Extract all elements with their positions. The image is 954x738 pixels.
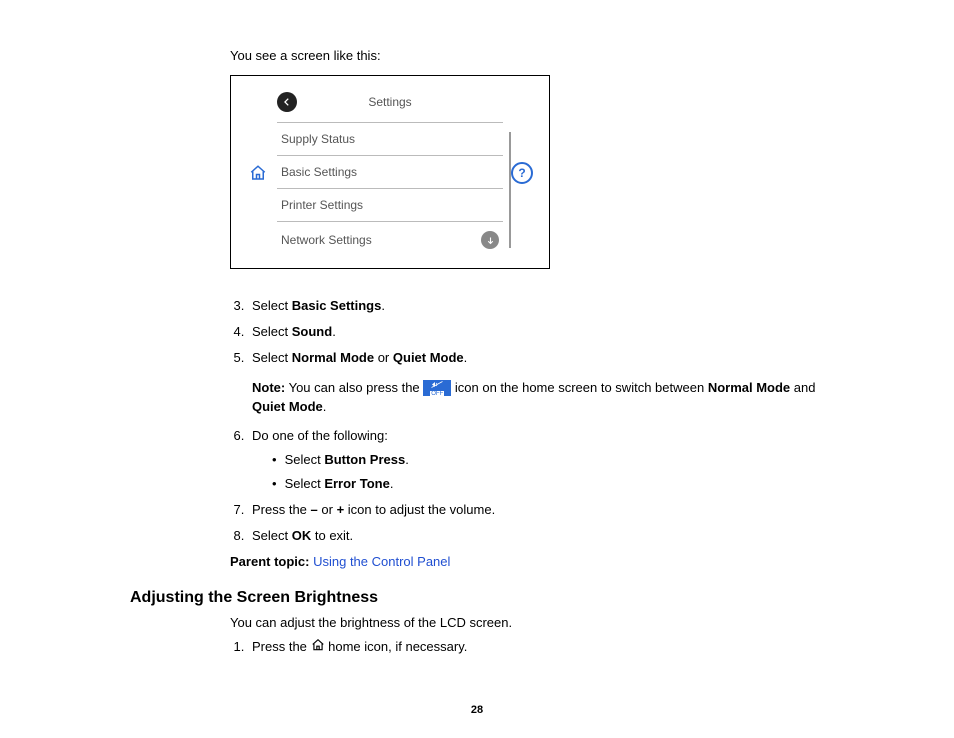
step-4: Select Sound. (248, 323, 824, 341)
text: to exit. (311, 528, 353, 543)
text: Select (285, 452, 325, 467)
instruction-list: Select Basic Settings. Select Sound. Sel… (230, 297, 824, 546)
text: You can also press the (285, 380, 423, 395)
menu-row-label: Network Settings (281, 233, 372, 247)
sub-list: Select Button Press. Select Error Tone. (252, 451, 824, 493)
help-icon: ? (511, 162, 533, 184)
home-icon-inline (311, 638, 325, 657)
text: . (332, 324, 336, 339)
menu-row-printer-settings: Printer Settings (277, 188, 503, 221)
text: . (390, 476, 394, 491)
section-intro: You can adjust the brightness of the LCD… (230, 615, 824, 630)
note-label: Note: (252, 380, 285, 395)
bold-text: Basic Settings (292, 298, 382, 313)
intro-text: You see a screen like this: (230, 48, 824, 63)
text: Select (252, 298, 292, 313)
bold-text: – (311, 502, 318, 517)
text: and (790, 380, 815, 395)
instruction-list-2: Press the home icon, if necessary. (230, 638, 824, 657)
scroll-down-icon (481, 231, 499, 249)
scrollbar (509, 132, 511, 248)
page-number: 28 (0, 704, 954, 716)
bold-text: Sound (292, 324, 332, 339)
screenshot-title: Settings (305, 95, 475, 109)
text: or (318, 502, 337, 517)
bold-text: Quiet Mode (393, 350, 464, 365)
step-8: Select OK to exit. (248, 527, 824, 545)
text: . (381, 298, 385, 313)
step-5: Select Normal Mode or Quiet Mode. Note: … (248, 349, 824, 416)
bold-text: Quiet Mode (252, 399, 323, 414)
step-6: Do one of the following: Select Button P… (248, 427, 824, 494)
note-block: Note: You can also press the OFF icon on… (252, 378, 824, 417)
document-page: You see a screen like this: Settings Sup (0, 0, 954, 738)
text: icon on the home screen to switch betwee… (451, 380, 708, 395)
step-7: Press the – or + icon to adjust the volu… (248, 501, 824, 519)
bold-text: Error Tone (324, 476, 390, 491)
step-3: Select Basic Settings. (248, 297, 824, 315)
screenshot-header: Settings (277, 88, 503, 122)
quiet-mode-icon: OFF (423, 380, 451, 396)
text: . (464, 350, 468, 365)
text: Select (252, 528, 292, 543)
bold-text: Normal Mode (292, 350, 374, 365)
text: Press the (252, 502, 311, 517)
settings-screenshot: Settings Supply Status Basic Settings Pr… (230, 75, 550, 269)
text: or (374, 350, 393, 365)
section-heading: Adjusting the Screen Brightness (130, 589, 824, 607)
menu-row-basic-settings: Basic Settings (277, 155, 503, 188)
step-1b: Press the home icon, if necessary. (248, 638, 824, 657)
bold-text: Normal Mode (708, 380, 790, 395)
text: Press the (252, 639, 311, 654)
text: Select (252, 350, 292, 365)
text: Select (252, 324, 292, 339)
menu-row-network-settings: Network Settings (277, 221, 503, 258)
bold-text: Button Press (324, 452, 405, 467)
parent-topic-link[interactable]: Using the Control Panel (313, 554, 450, 569)
text: Select (285, 476, 325, 491)
content-block: You see a screen like this: Settings Sup (230, 48, 824, 569)
back-icon (277, 92, 297, 112)
home-icon (249, 164, 267, 182)
parent-topic: Parent topic: Using the Control Panel (230, 554, 824, 569)
text: home icon, if necessary. (325, 639, 468, 654)
text: Do one of the following: (252, 428, 388, 443)
section-body: You can adjust the brightness of the LCD… (230, 615, 824, 657)
text: icon to adjust the volume. (344, 502, 495, 517)
text: . (323, 399, 327, 414)
bold-text: OK (292, 528, 312, 543)
sub-item: Select Button Press. (272, 451, 824, 469)
parent-topic-label: Parent topic: (230, 554, 309, 569)
menu-row-supply-status: Supply Status (277, 122, 503, 155)
sub-item: Select Error Tone. (272, 475, 824, 493)
text: . (405, 452, 409, 467)
